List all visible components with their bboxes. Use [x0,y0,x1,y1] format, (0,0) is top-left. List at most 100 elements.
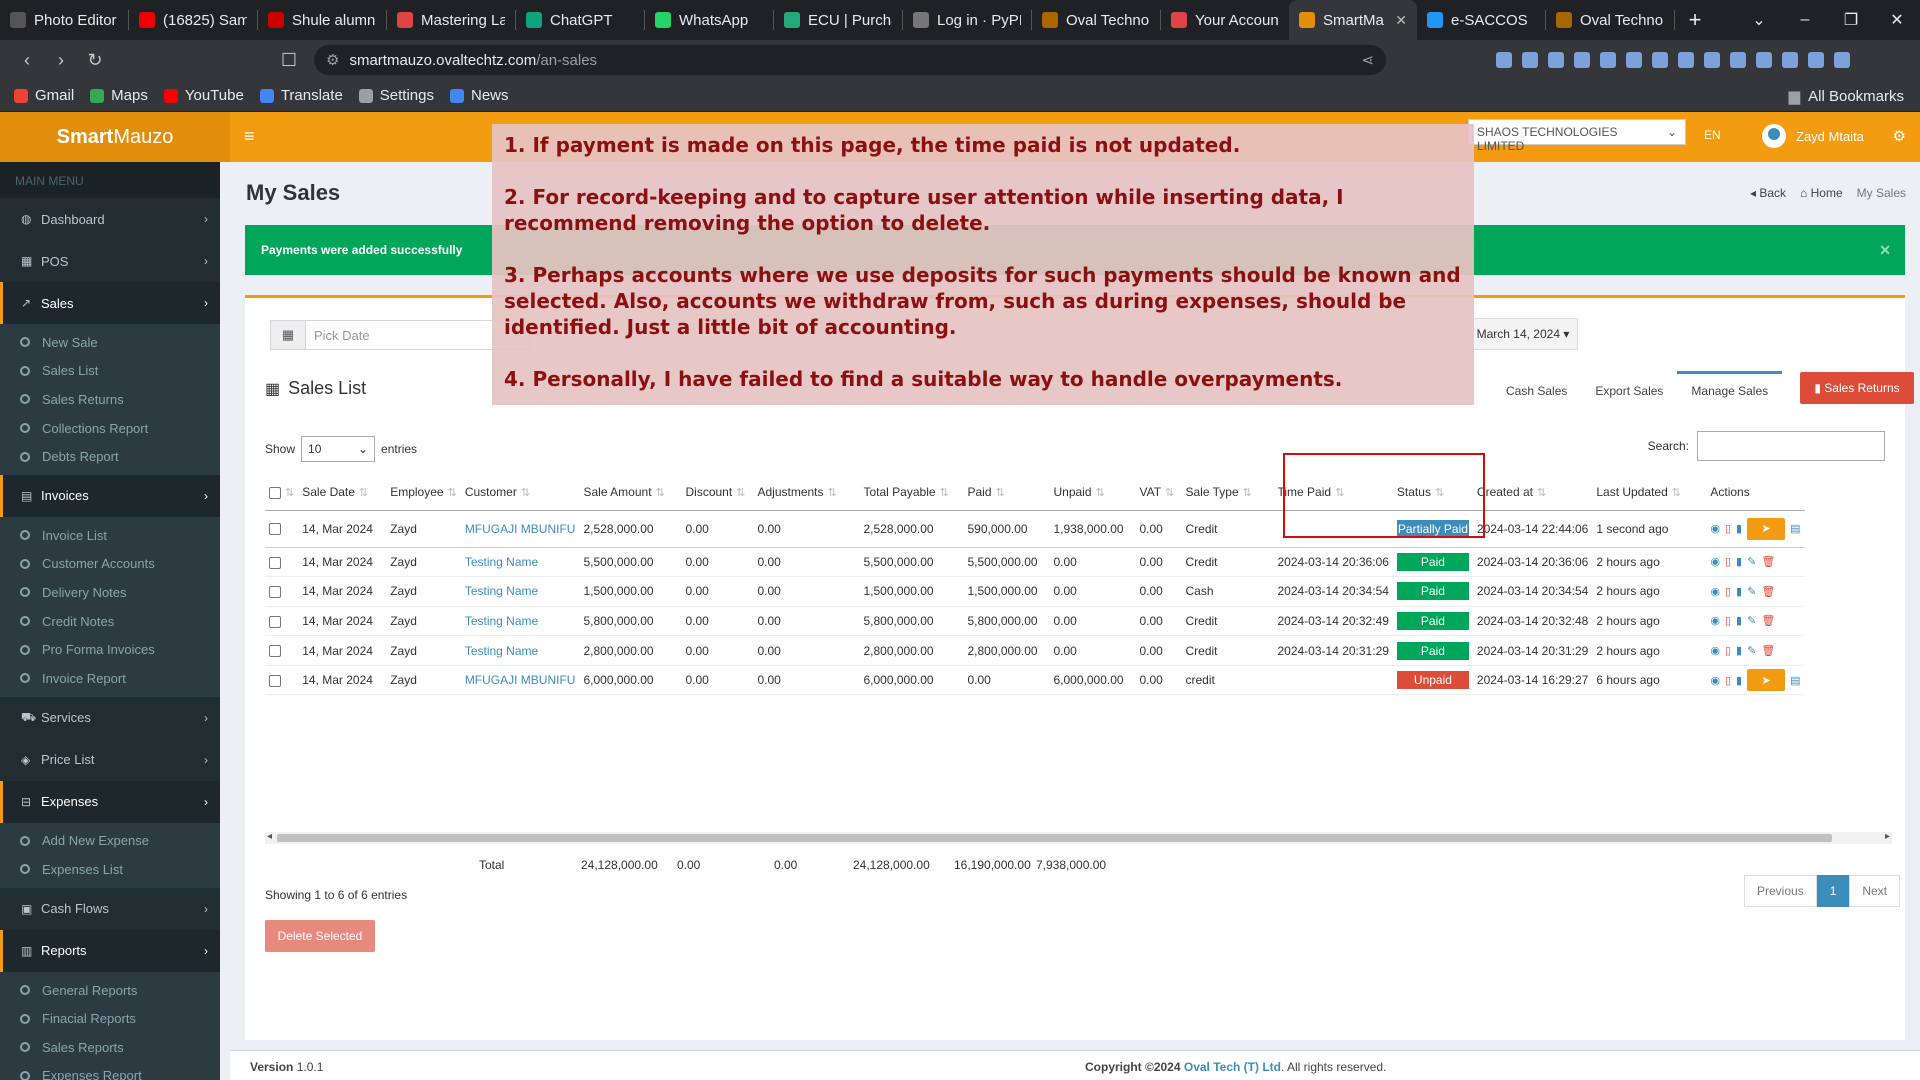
browser-tab[interactable]: Shule alumn [258,0,386,40]
cell-customer[interactable]: Testing Name [460,606,580,637]
bookmark-maps[interactable]: Maps [90,87,148,104]
column-header[interactable]: Adjustments ⇅ [753,474,860,511]
scroll-left-icon[interactable]: ◂ [267,831,272,842]
sidebar-item-expenses[interactable]: ⊟ Expenses › [0,780,220,823]
cell-customer[interactable]: Testing Name [460,635,580,666]
site-info-icon[interactable]: ⚙ [326,51,339,69]
previous-page-button[interactable]: Previous [1744,875,1817,907]
share-icon[interactable]: ⋖ [1361,51,1374,69]
extension-icon[interactable] [1730,52,1746,68]
edit-icon[interactable]: ✎ [1747,614,1756,627]
sort-icon[interactable]: ⇅ [285,487,294,499]
receipt-icon[interactable]: ▤ [1790,674,1800,687]
sidebar-subitem-finacial-reports[interactable]: Finacial Reports [0,1004,220,1033]
document-icon[interactable]: ▮ [1736,585,1742,598]
sidebar-subitem-debts-report[interactable]: Debts Report [0,442,220,471]
delete-selected-button[interactable]: Delete Selected [265,920,375,952]
edit-icon[interactable]: ✎ [1747,555,1756,568]
column-header[interactable]: Discount ⇅ [681,474,754,511]
tab-search-icon[interactable]: ⌄ [1736,10,1782,30]
row-checkbox[interactable] [269,675,281,687]
page-length-select[interactable]: 10 ⌄ [301,436,376,462]
sidebar-subitem-new-sale[interactable]: New Sale [0,328,220,357]
cell-customer[interactable]: MFUGAJI MBUNIFU [460,510,580,548]
extension-icon[interactable] [1808,52,1824,68]
pdf-icon[interactable]: ▯ [1725,614,1731,627]
row-checkbox[interactable] [269,586,281,599]
menu-toggle-icon[interactable]: ≡ [244,126,255,147]
language-switch[interactable]: EN [1704,128,1721,142]
sidebar-item-invoices[interactable]: ▤ Invoices › [0,474,220,517]
sidebar-subitem-delivery-notes[interactable]: Delivery Notes [0,578,220,607]
view-icon[interactable]: ◉ [1710,644,1720,657]
delete-icon[interactable]: 🗑 [1761,614,1775,627]
back-link[interactable]: ◂ Back [1750,186,1786,200]
horizontal-scrollbar[interactable]: ◂ ▸ [265,831,1892,844]
view-icon[interactable]: ◉ [1710,674,1720,687]
logo[interactable]: Smart Mauzo [0,112,230,162]
sidebar-subitem-customer-accounts[interactable]: Customer Accounts [0,550,220,579]
cell-customer[interactable]: MFUGAJI MBUNIFU [460,665,580,696]
sidebar-subitem-invoice-report[interactable]: Invoice Report [0,664,220,693]
sidebar-item-dashboard[interactable]: ◍ Dashboard › [0,198,220,240]
browser-tab[interactable]: Photo Editor [0,0,128,40]
sidebar-item-cash-flows[interactable]: ▣ Cash Flows › [0,888,220,930]
date-picker[interactable]: ▦ Pick Date [270,320,530,350]
sidebar-subitem-collections-report[interactable]: Collections Report [0,414,220,443]
page-1-button[interactable]: 1 [1816,875,1850,907]
extension-icon[interactable] [1522,52,1538,68]
bookmark-icon[interactable]: ☐ [272,50,306,71]
sidebar-item-sales[interactable]: ↗ Sales › [0,282,220,324]
document-icon[interactable]: ▮ [1736,644,1742,657]
bookmark-translate[interactable]: Translate [259,87,343,104]
date-range-button[interactable]: March 14, 2024 ▾ [1468,318,1578,350]
gear-icon[interactable]: ⚙ [1893,127,1906,145]
column-header[interactable]: Total Payable ⇅ [859,474,964,511]
cell-customer[interactable]: Testing Name [460,547,580,578]
row-checkbox[interactable] [269,645,281,658]
row-checkbox[interactable] [269,556,281,569]
browser-tab[interactable]: (16825) Sam [129,0,257,40]
sidebar-subitem-sales-reports[interactable]: Sales Reports [0,1033,220,1062]
sidebar-item-price-list[interactable]: ◈ Price List › [0,739,220,781]
bookmark-news[interactable]: News [450,87,509,104]
sidebar-item-pos[interactable]: ▦ POS › [0,240,220,282]
extension-icon[interactable] [1782,52,1798,68]
browser-tab[interactable]: Oval Techno [1032,0,1160,40]
add-payment-button[interactable]: ➤ [1747,517,1786,540]
sidebar-subitem-general-reports[interactable]: General Reports [0,976,220,1005]
extension-icon[interactable] [1678,52,1694,68]
user-menu[interactable]: Zayd Mtaita [1762,124,1864,148]
sidebar-subitem-sales-returns[interactable]: Sales Returns [0,385,220,414]
view-icon[interactable]: ◉ [1710,555,1720,568]
document-icon[interactable]: ▮ [1736,614,1742,627]
home-link[interactable]: ⌂ Home [1800,186,1843,200]
edit-icon[interactable]: ✎ [1747,644,1756,657]
close-icon[interactable]: ✕ [1879,242,1891,259]
company-link[interactable]: Oval Tech (T) Ltd [1184,1060,1281,1074]
pdf-icon[interactable]: ▯ [1725,585,1731,598]
extension-icon[interactable] [1834,52,1850,68]
new-tab-button[interactable]: + [1675,7,1715,33]
browser-tab[interactable]: SmartMa ✕ [1289,0,1417,40]
pdf-icon[interactable]: ▯ [1725,555,1731,568]
view-icon[interactable]: ◉ [1710,522,1720,535]
extension-icon[interactable] [1652,52,1668,68]
view-icon[interactable]: ◉ [1710,585,1720,598]
sidebar-subitem-add-new-expense[interactable]: Add New Expense [0,827,220,856]
extension-icon[interactable] [1626,52,1642,68]
column-header[interactable]: Paid ⇅ [963,474,1050,511]
document-icon[interactable]: ▮ [1736,522,1742,535]
document-icon[interactable]: ▮ [1736,674,1742,687]
url-input[interactable]: ⚙ smartmauzo.ovaltechtz.com/an-sales ⋖ [314,45,1386,75]
next-page-button[interactable]: Next [1849,875,1901,907]
document-icon[interactable]: ▮ [1736,555,1742,568]
browser-tab[interactable]: ChatGPT [516,0,644,40]
column-header[interactable]: Actions [1706,474,1805,511]
tab-export-sales[interactable]: Export Sales [1581,374,1677,408]
column-header[interactable]: Sale Date ⇅ [298,474,387,511]
tab-manage-sales[interactable]: Manage Sales [1677,371,1783,408]
browser-tab[interactable]: Log in · PyPI [903,0,1031,40]
cell-customer[interactable]: Testing Name [460,576,580,607]
sidebar-subitem-expenses-list[interactable]: Expenses List [0,855,220,884]
